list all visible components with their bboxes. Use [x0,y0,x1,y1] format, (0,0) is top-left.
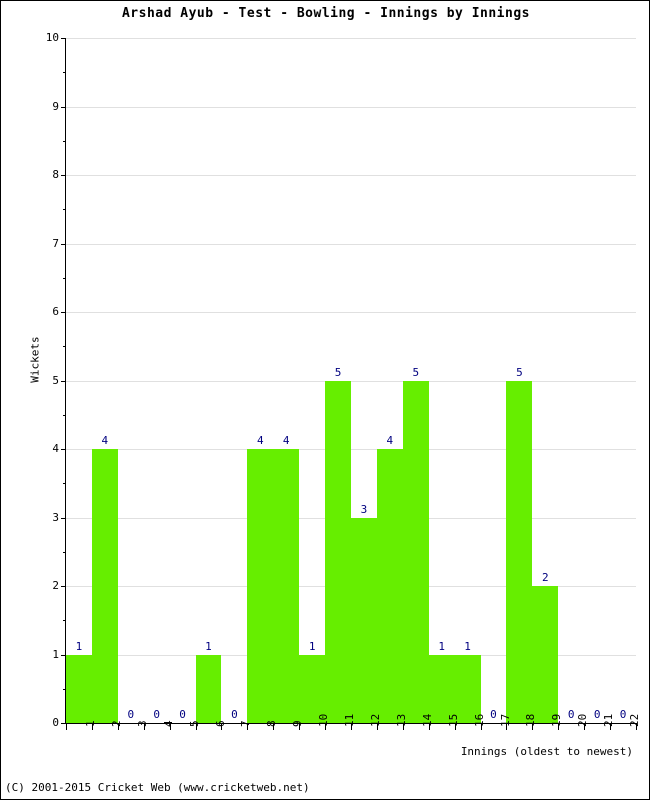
gridline [66,175,636,176]
bar-value-label: 5 [334,365,342,379]
x-axis-tick-label: 18 [524,713,538,727]
bar [195,654,222,723]
bar-value-label: 2 [542,571,549,584]
bar-value-label: 4 [386,434,394,447]
bar-value-label: 5 [516,365,523,379]
bar-value-label: 1 [464,639,471,653]
bar [273,449,300,723]
x-axis-tick-label: 2 [109,720,123,727]
x-axis-tick-label: 11 [343,713,357,727]
y-axis-tick-label: 7 [52,236,59,250]
x-axis-tick-label: 6 [213,720,227,727]
x-axis-title: Innings (oldest to newest) [460,745,633,758]
x-axis-tick-label: 3 [135,720,149,727]
copyright-footer: (C) 2001-2015 Cricket Web (www.cricketwe… [5,781,310,794]
gridline [66,380,636,382]
x-axis-tick-label: 15 [446,713,460,727]
bar [91,449,118,723]
gridline [66,243,636,245]
bar [325,380,351,723]
x-axis-tick-label: 4 [161,720,175,727]
gridline [66,106,636,108]
x-axis-tick-label: 10 [317,713,331,727]
bar-value-label: 1 [438,639,445,653]
bar-value-label: 0 [127,708,135,721]
bar [247,449,274,723]
x-axis-tick-label: 1 [83,720,97,727]
x-axis-tick-label: 5 [187,720,201,727]
bar-value-label: 1 [205,639,212,653]
y-axis-tick-label: 8 [52,168,59,181]
bar-value-label: 3 [360,502,368,516]
y-axis-tick-label: 2 [52,579,59,592]
y-axis-tick-label: 6 [52,305,59,318]
x-axis-tick-label: 19 [550,713,564,727]
x-axis-tick-label: 9 [291,720,305,727]
bar [506,380,533,723]
y-axis-tick-label: 1 [52,647,59,661]
bar-value-label: 4 [101,434,109,447]
y-axis-tick-label: 0 [52,716,59,729]
page-title: Arshad Ayub - Test - Bowling - Innings b… [121,6,530,21]
x-axis-tick-label: 20 [576,713,590,727]
gridline [66,449,636,450]
x-axis-tick-label: 8 [265,720,279,727]
bar [428,654,455,723]
bar-value-label: 4 [282,434,290,447]
y-axis-tick-label: 4 [52,442,59,455]
bar [376,449,403,723]
y-axis-tick-label: 9 [52,99,59,113]
x-axis-tick-label: 16 [472,713,486,727]
bar [351,517,377,723]
x-axis-tick-mark [66,724,67,730]
x-axis-tick-label: 17 [498,713,512,727]
bar-value-label: 4 [257,434,264,447]
bar [66,654,92,723]
plot-area [66,38,636,723]
y-axis-tick-label: 5 [52,373,59,387]
y-axis-tick-labels: 0 1 2 3 4 5 6 7 8 9 10 [23,1,59,799]
y-axis-tick-label: 10 [45,31,59,44]
bar [532,586,559,723]
y-axis-tick-label: 3 [52,510,59,524]
x-axis-tick-label: 22 [628,713,642,727]
bar-value-label: 1 [308,639,316,653]
bar-value-label: 1 [75,639,83,653]
bar [402,380,429,723]
gridline [66,38,636,39]
x-axis-tick-label: 14 [420,713,434,727]
bar-value-label: 0 [231,708,238,721]
bar [299,654,326,723]
x-axis-tick-label: 12 [368,713,382,727]
x-axis-tick-label: 13 [394,713,408,727]
x-axis-tick-label: 21 [602,713,616,727]
gridline [66,312,636,313]
x-axis-tick-label: 7 [239,720,253,727]
bar-value-label: 5 [412,365,420,379]
chart-page: Arshad Ayub - Test - Bowling - Innings b… [0,0,650,800]
bar [454,654,481,723]
